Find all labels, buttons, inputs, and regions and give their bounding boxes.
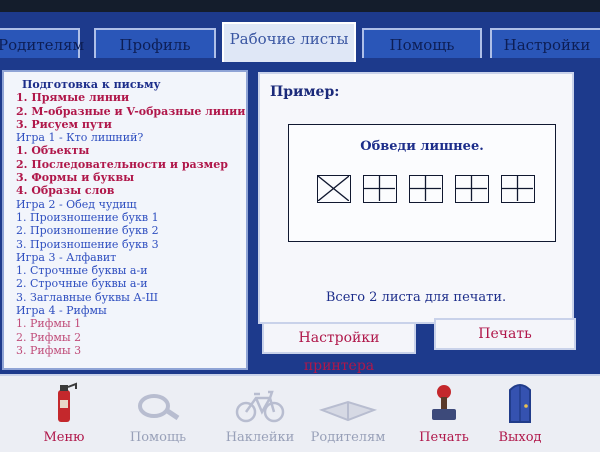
example-title: Обведи лишнее.: [360, 139, 484, 154]
worksheet-list-item[interactable]: 2. Строчные буквы а-и: [16, 277, 242, 290]
help-button[interactable]: Помощь: [118, 380, 198, 450]
print-toolbar-label: Печать: [419, 430, 469, 445]
print-button[interactable]: Печать: [434, 318, 576, 350]
worksheet-list-item[interactable]: 1. Объекты: [16, 144, 242, 157]
worksheet-list-item[interactable]: 1. Произношение букв 1: [16, 211, 242, 224]
worksheet-list-item[interactable]: 1. Рифмы 1: [16, 317, 242, 330]
tab-worksheets[interactable]: Рабочие листы: [222, 22, 356, 62]
list-section-header[interactable]: Подготовка к письму: [16, 78, 242, 91]
worksheet-list-item[interactable]: 4. Образы слов: [16, 184, 242, 197]
worksheet-list-item[interactable]: 1. Прямые линии: [16, 91, 242, 104]
worksheet-list-item[interactable]: 3. Рисуем пути: [16, 118, 242, 131]
parents-label: Родителям: [310, 430, 386, 445]
print-toolbar-button[interactable]: Печать: [404, 380, 484, 450]
window-shape: [501, 175, 535, 203]
list-section-header[interactable]: Игра 3 - Алфавит: [16, 251, 242, 264]
list-section-header[interactable]: Игра 1 - Кто лишний?: [16, 131, 242, 144]
tab-parents[interactable]: Родителям: [0, 28, 84, 58]
preview-label: Пример:: [270, 84, 340, 100]
printer-settings-button[interactable]: Настройки принтера: [262, 322, 416, 374]
worksheet-list: Подготовка к письму 1. Прямые линии 2. M-о…: [16, 78, 245, 357]
worksheet-list-item[interactable]: 3. Заглавные буквы А-Ш: [16, 291, 242, 304]
tab-bar: Родителям Профиль Рабочие листы Помощь Н…: [0, 20, 600, 64]
window-shape: [455, 175, 489, 203]
preview-panel: Пример: Обведи лишнее. Всего 2 листа для…: [258, 72, 574, 324]
example-worksheet: Обведи лишнее.: [288, 124, 556, 242]
help-label: Помощь: [129, 430, 187, 445]
worksheet-list-item[interactable]: 2. Последовательности и размер: [16, 158, 242, 171]
exit-label: Выход: [498, 430, 542, 445]
window-shape: [409, 175, 443, 203]
stamp-icon: [432, 385, 456, 420]
door-icon: [509, 384, 531, 423]
worksheet-list-item[interactable]: 3. Произношение букв 3: [16, 238, 242, 251]
window-shape: [363, 175, 397, 203]
app-screen: Родителям Профиль Рабочие листы Помощь Н…: [0, 12, 600, 452]
worksheet-list-item[interactable]: 1. Строчные буквы а-и: [16, 264, 242, 277]
worksheet-list-item[interactable]: 2. M-образные и V-образные линии: [16, 105, 245, 118]
stickers-button[interactable]: Наклейки: [220, 380, 300, 450]
fire-extinguisher-icon: [58, 382, 77, 422]
bottom-toolbar: Меню Помощь Наклейки Родителям Печать Вы…: [0, 374, 600, 452]
menu-label: Меню: [43, 430, 85, 445]
stickers-label: Наклейки: [225, 430, 295, 445]
tab-help[interactable]: Помощь: [362, 28, 482, 58]
crossed-box-shape: [317, 175, 351, 203]
worksheet-list-item[interactable]: 2. Произношение букв 2: [16, 224, 242, 237]
print-count-text: Всего 2 листа для печати.: [325, 290, 507, 305]
worksheet-list-item[interactable]: 3. Формы и буквы: [16, 171, 242, 184]
bicycle-icon: [235, 390, 285, 423]
list-section-header[interactable]: Игра 2 - Обед чудищ: [16, 198, 242, 211]
worksheet-list-panel: Подготовка к письму 1. Прямые линии 2. M-о…: [2, 70, 248, 370]
list-section-header[interactable]: Игра 4 - Рифмы: [16, 304, 242, 317]
exit-button[interactable]: Выход: [480, 380, 560, 450]
worksheet-list-item[interactable]: 2. Рифмы 2: [16, 331, 242, 344]
parents-button[interactable]: Родителям: [308, 380, 388, 450]
magnifier-icon: [138, 394, 180, 421]
worksheet-list-item[interactable]: 3. Рифмы 3: [16, 344, 242, 357]
tab-settings[interactable]: Настройки: [490, 28, 600, 58]
menu-button[interactable]: Меню: [24, 380, 104, 450]
tab-profile[interactable]: Профиль: [94, 28, 216, 58]
book-icon: [318, 400, 378, 422]
